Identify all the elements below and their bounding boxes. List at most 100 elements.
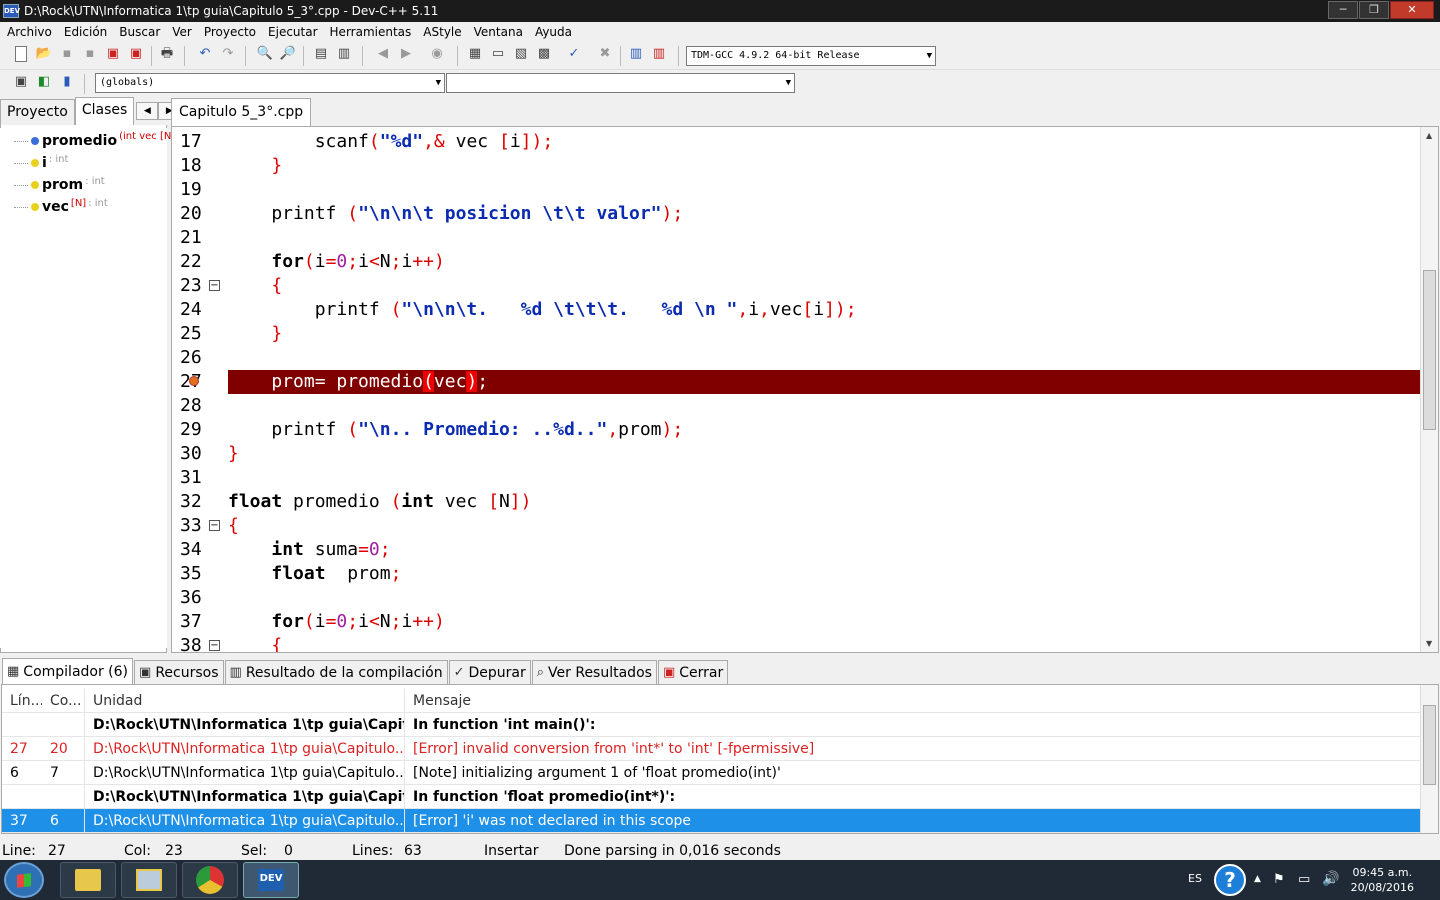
tab-proyecto[interactable]: Proyecto [0, 99, 75, 125]
code-line[interactable]: for(i=0;i<N;i++) [228, 610, 1420, 634]
col-header-col[interactable]: Co... [42, 689, 84, 713]
goto-back-icon[interactable]: ◀ [374, 45, 392, 63]
undo-icon[interactable]: ↶ [196, 45, 214, 63]
syntax-check-icon[interactable]: ✓ [565, 45, 583, 63]
goto-bookmark-icon[interactable]: ▮ [58, 73, 76, 91]
menu-ejecutar[interactable]: Ejecutar [263, 25, 325, 39]
tab-depurar[interactable]: ✓ Depurar [448, 660, 531, 684]
class-item-vec[interactable]: vec [N] : int [14, 197, 108, 217]
menu-herramientas[interactable]: Herramientas [325, 25, 419, 39]
code-line[interactable]: { [228, 274, 1420, 298]
clock[interactable]: 09:45 a.m. 20/08/2016 [1351, 865, 1414, 895]
code-line[interactable]: } [228, 322, 1420, 346]
redo-icon[interactable]: ↷ [219, 45, 237, 63]
insert-icon[interactable]: ▣ [12, 73, 30, 91]
message-row[interactable]: D:\Rock\UTN\Informatica 1\tp guia\Capit.… [2, 785, 1420, 809]
profile-icon[interactable]: ▥ [627, 45, 645, 63]
goto-forward-icon[interactable]: ▶ [397, 45, 415, 63]
menu-ayuda[interactable]: Ayuda [530, 25, 579, 39]
menu-astyle[interactable]: AStyle [418, 25, 468, 39]
open-file-icon[interactable]: 📂 [35, 45, 53, 63]
new-file-icon[interactable] [15, 46, 27, 62]
code-line[interactable] [228, 178, 1420, 202]
menu-proyecto[interactable]: Proyecto [199, 25, 263, 39]
menu-archivo[interactable]: Archivo [2, 25, 59, 39]
run-icon[interactable]: ▭ [489, 45, 507, 63]
code-line[interactable] [228, 226, 1420, 250]
code-line[interactable] [228, 394, 1420, 418]
compiler-select[interactable]: TDM-GCC 4.9.2 64-bit Release ▼ [686, 46, 936, 66]
code-line[interactable]: { [228, 634, 1420, 652]
code-area[interactable]: scanf("%d",& vec [i]); } printf ("\n\n\t… [228, 127, 1420, 652]
unindent-icon[interactable]: ▥ [335, 45, 353, 63]
scroll-down-icon[interactable]: ▼ [1426, 639, 1432, 648]
compile-icon[interactable]: ▦ [466, 45, 484, 63]
class-item-i[interactable]: i : int [14, 153, 68, 173]
delete-profile-icon[interactable]: ▥ [650, 45, 668, 63]
menu-buscar[interactable]: Buscar [114, 25, 167, 39]
tab-recursos[interactable]: ▣ Recursos [134, 660, 224, 684]
breakpoint-error-icon[interactable] [189, 376, 199, 386]
code-line[interactable]: scanf("%d",& vec [i]); [228, 130, 1420, 154]
maximize-button[interactable]: ❐ [1359, 1, 1389, 19]
code-line[interactable] [228, 586, 1420, 610]
code-line[interactable]: printf ("\n\n\t. %d \t\t\t. %d \n ",i,ve… [228, 298, 1420, 322]
code-line[interactable]: { [228, 514, 1420, 538]
taskbar-files[interactable] [121, 862, 177, 898]
chevron-left-icon[interactable]: ◀ [136, 102, 159, 120]
code-line-error[interactable]: prom= promedio(vec); [228, 370, 1420, 394]
fold-toggle-icon[interactable]: − [209, 520, 220, 531]
message-row[interactable]: 6 7 D:\Rock\UTN\Informatica 1\tp guia\Capi… [2, 761, 1420, 785]
save-all-icon[interactable]: ▪ [81, 45, 99, 63]
close-file-icon[interactable]: ▣ [104, 45, 122, 63]
taskbar-chrome[interactable] [182, 862, 238, 898]
message-row[interactable]: 37 6 D:\Rock\UTN\Informatica 1\tp guia\Cap… [2, 809, 1420, 833]
code-line[interactable]: printf ("\n.. Promedio: ..%d..",prom); [228, 418, 1420, 442]
network-icon[interactable]: ▭ [1298, 872, 1310, 887]
code-line[interactable]: int suma=0; [228, 538, 1420, 562]
member-select[interactable]: ▼ [446, 73, 795, 93]
tab-cerrar[interactable]: ▣ Cerrar [657, 660, 729, 684]
code-line[interactable]: } [228, 154, 1420, 178]
action-center-icon[interactable]: ⚑ [1273, 872, 1285, 887]
scope-select[interactable]: (globals) ▼ [95, 73, 445, 93]
show-hidden-icons-icon[interactable]: ▲ [1254, 874, 1261, 884]
messages-scrollbar[interactable] [1420, 685, 1438, 833]
taskbar-devcpp[interactable]: DEV [243, 862, 299, 898]
menu-ventana[interactable]: Ventana [469, 25, 530, 39]
start-button[interactable] [4, 862, 44, 898]
code-editor[interactable]: 17181920212223−24252627282930313233−3435… [171, 126, 1439, 653]
replace-icon[interactable]: 🔎 [279, 45, 297, 63]
scrollbar-thumb[interactable] [1423, 705, 1436, 785]
language-indicator[interactable]: ES [1188, 872, 1202, 885]
code-line[interactable]: float prom; [228, 562, 1420, 586]
rebuild-icon[interactable]: ▩ [535, 45, 553, 63]
editor-scrollbar[interactable]: ▲ ▼ [1420, 127, 1438, 652]
fold-toggle-icon[interactable]: − [209, 280, 220, 291]
editor-tab[interactable]: Capitulo 5_3°.cpp [171, 98, 312, 126]
code-line[interactable] [228, 466, 1420, 490]
menu-edicion[interactable]: Edición [59, 25, 114, 39]
close-all-icon[interactable]: ▣ [127, 45, 145, 63]
tab-clases[interactable]: Clases [74, 97, 135, 125]
fold-toggle-icon[interactable]: − [209, 640, 220, 651]
minimize-button[interactable]: ─ [1328, 1, 1358, 19]
message-row[interactable]: 27 20 D:\Rock\UTN\Informatica 1\tp guia\Ca… [2, 737, 1420, 761]
tab-ver-resultados[interactable]: ⌕ Ver Resultados [531, 660, 657, 684]
code-line[interactable]: float promedio (int vec [N]) [228, 490, 1420, 514]
scrollbar-thumb[interactable] [1423, 270, 1436, 430]
find-icon[interactable]: 🔍 [256, 45, 274, 63]
indent-icon[interactable]: ▤ [312, 45, 330, 63]
code-line[interactable]: printf ("\n\n\t posicion \t\t valor"); [228, 202, 1420, 226]
code-line[interactable]: } [228, 442, 1420, 466]
print-icon[interactable]: 🖶 [158, 45, 176, 63]
toggle-bookmark-icon[interactable]: ◧ [35, 73, 53, 91]
volume-icon[interactable]: 🔊 [1322, 871, 1339, 887]
compile-run-icon[interactable]: ▧ [512, 45, 530, 63]
scroll-up-icon[interactable]: ▲ [1426, 131, 1432, 140]
tab-resultado-compilacion[interactable]: ▥ Resultado de la compilación [224, 660, 448, 684]
menu-ver[interactable]: Ver [167, 25, 199, 39]
help-icon[interactable]: ? [1214, 864, 1246, 896]
class-item-promedio[interactable]: promedio (int vec [N [14, 131, 171, 151]
stop-icon[interactable]: ✖ [596, 45, 614, 63]
